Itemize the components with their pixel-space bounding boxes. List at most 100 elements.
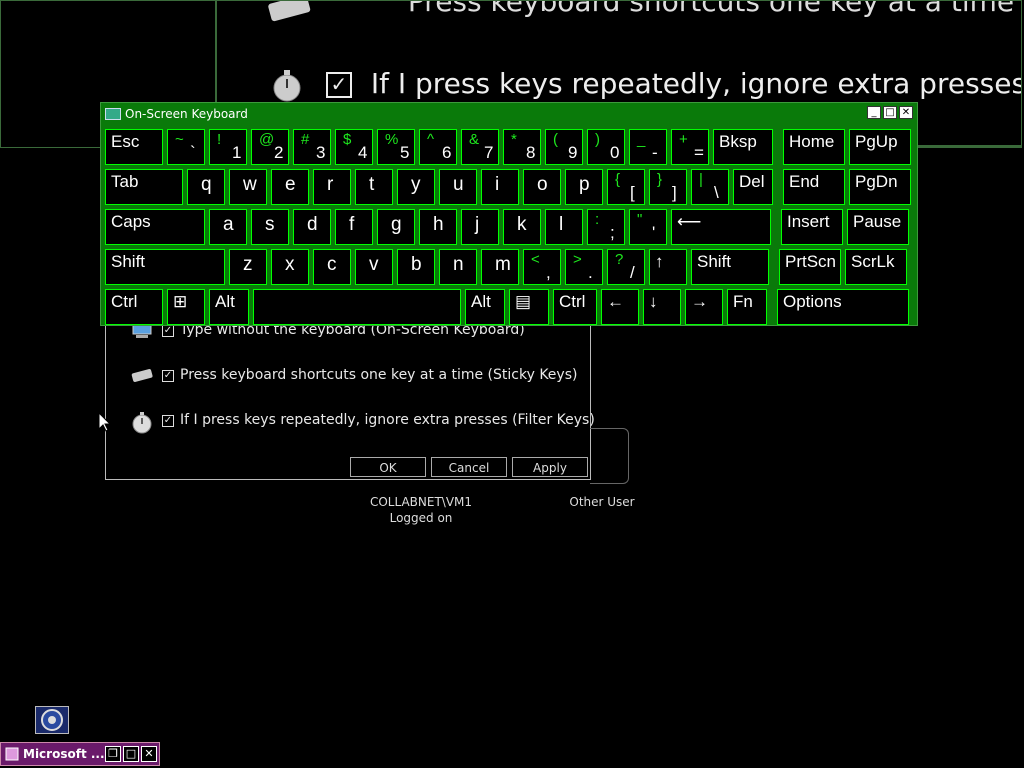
key-q[interactable]: q <box>187 169 225 205</box>
key-w[interactable]: w <box>229 169 267 205</box>
key-m[interactable]: m <box>481 249 519 285</box>
key-tab[interactable]: Tab <box>105 169 183 205</box>
key-[interactable]: ~ ` <box>167 129 205 165</box>
key-[interactable]: ↑ <box>649 249 687 285</box>
key-bksp[interactable]: Bksp <box>713 129 773 165</box>
key-options[interactable]: Options <box>777 289 909 325</box>
apply-button[interactable]: Apply <box>512 457 588 477</box>
key-[interactable]: " ' <box>629 209 667 245</box>
osk-checkbox[interactable]: ✓ <box>162 325 174 337</box>
key-[interactable]: ? / <box>607 249 645 285</box>
key-pause[interactable]: Pause <box>847 209 909 245</box>
key-fn[interactable]: Fn <box>727 289 767 325</box>
key-e[interactable]: e <box>271 169 309 205</box>
key--[interactable]: _ - <box>629 129 667 165</box>
user1-name: COLLABNET\VM1 <box>369 495 473 509</box>
key-b[interactable]: b <box>397 249 435 285</box>
key-9[interactable]: (9 <box>545 129 583 165</box>
key-pgdn[interactable]: PgDn <box>849 169 911 205</box>
key-1[interactable]: ! 1 <box>209 129 247 165</box>
other-user-tile[interactable] <box>590 428 629 484</box>
key-esc[interactable]: Esc <box>105 129 163 165</box>
key-[interactable]: <, <box>523 249 561 285</box>
key-j[interactable]: j <box>461 209 499 245</box>
key-alt[interactable]: Alt <box>209 289 249 325</box>
key-[interactable]: | \ <box>691 169 729 205</box>
key-7[interactable]: & 7 <box>461 129 499 165</box>
key-c[interactable]: c <box>313 249 351 285</box>
option-sticky-keys[interactable]: ✓ Press keyboard shortcuts one key at a t… <box>130 365 577 385</box>
key-[interactable]: ⟵ <box>671 209 771 245</box>
key-ctrl[interactable]: Ctrl <box>105 289 163 325</box>
key-6[interactable]: ^ 6 <box>419 129 457 165</box>
key-d[interactable]: d <box>293 209 331 245</box>
close-button[interactable]: ✕ <box>899 106 913 119</box>
taskbar-button[interactable]: Microsoft ... ❐ □ ✕ <box>0 742 160 766</box>
key-3[interactable]: #3 <box>293 129 331 165</box>
key-[interactable]: → <box>685 289 723 325</box>
key-2[interactable]: @2 <box>251 129 289 165</box>
filter-keys-checkbox[interactable]: ✓ <box>162 415 174 427</box>
key-n[interactable]: n <box>439 249 477 285</box>
key-x[interactable]: x <box>271 249 309 285</box>
cancel-button[interactable]: Cancel <box>431 457 507 477</box>
key-scrlk[interactable]: ScrLk <box>845 249 907 285</box>
key-u[interactable]: u <box>439 169 477 205</box>
key-z[interactable]: z <box>229 249 267 285</box>
key-prtscn[interactable]: PrtScn <box>779 249 841 285</box>
key-insert[interactable]: Insert <box>781 209 843 245</box>
key-i[interactable]: i <box>481 169 519 205</box>
key-pgup[interactable]: PgUp <box>849 129 911 165</box>
key-end[interactable]: End <box>783 169 845 205</box>
key-r[interactable]: r <box>313 169 351 205</box>
sticky-keys-checkbox[interactable]: ✓ <box>162 370 174 382</box>
key-l[interactable]: l <box>545 209 583 245</box>
key-[interactable]: ← <box>601 289 639 325</box>
accessibility-tray-icon[interactable] <box>35 706 69 734</box>
stopwatch-icon <box>130 410 154 434</box>
key-v[interactable]: v <box>355 249 393 285</box>
key-shift[interactable]: Shift <box>691 249 769 285</box>
key-[interactable]: }] <box>649 169 687 205</box>
key-t[interactable]: t <box>355 169 393 205</box>
key-shift[interactable]: Shift <box>105 249 225 285</box>
key-[interactable]: >. <box>565 249 603 285</box>
key-del[interactable]: Del <box>733 169 773 205</box>
key-[interactable]: ↓ <box>643 289 681 325</box>
key-5[interactable]: % 5 <box>377 129 415 165</box>
key-g[interactable]: g <box>377 209 415 245</box>
option-filter-keys-label: If I press keys repeatedly, ignore extra… <box>180 412 595 428</box>
key-caps[interactable]: Caps <box>105 209 205 245</box>
option-filter-keys[interactable]: ✓ If I press keys repeatedly, ignore extr… <box>130 410 595 434</box>
key-s[interactable]: s <box>251 209 289 245</box>
key-h[interactable]: h <box>419 209 457 245</box>
key-[interactable]: :; <box>587 209 625 245</box>
key-space[interactable] <box>253 289 461 325</box>
key-[interactable]: + = <box>671 129 709 165</box>
key-alt[interactable]: Alt <box>465 289 505 325</box>
maximize-button[interactable]: □ <box>883 106 897 119</box>
key-o[interactable]: o <box>523 169 561 205</box>
keyboard-key-icon <box>130 365 154 385</box>
keyboard-grid: Esc ~ `! 1 @2 #3 $4% 5 ^ 6 & 7 * 8(9) 0 _ - + = Bksp Home PgU… <box>105 127 915 325</box>
key-ctrl[interactable]: Ctrl <box>553 289 597 325</box>
close-task-button[interactable]: ✕ <box>141 746 157 762</box>
osk-title-bar[interactable]: On-Screen Keyboard <box>105 106 248 122</box>
key-y[interactable]: y <box>397 169 435 205</box>
key-[interactable]: ⊞ <box>167 289 205 325</box>
key-f[interactable]: f <box>335 209 373 245</box>
key-k[interactable]: k <box>503 209 541 245</box>
maximize-task-button[interactable]: □ <box>123 746 139 762</box>
key-[interactable]: {[ <box>607 169 645 205</box>
ok-button[interactable]: OK <box>350 457 426 477</box>
osk-title: On-Screen Keyboard <box>125 107 248 121</box>
key-p[interactable]: p <box>565 169 603 205</box>
key-0[interactable]: ) 0 <box>587 129 625 165</box>
minimize-button[interactable]: _ <box>867 106 881 119</box>
key-home[interactable]: Home <box>783 129 845 165</box>
key-a[interactable]: a <box>209 209 247 245</box>
key-8[interactable]: * 8 <box>503 129 541 165</box>
restore-button[interactable]: ❐ <box>105 746 121 762</box>
key-4[interactable]: $4 <box>335 129 373 165</box>
key-[interactable]: ▤ <box>509 289 549 325</box>
